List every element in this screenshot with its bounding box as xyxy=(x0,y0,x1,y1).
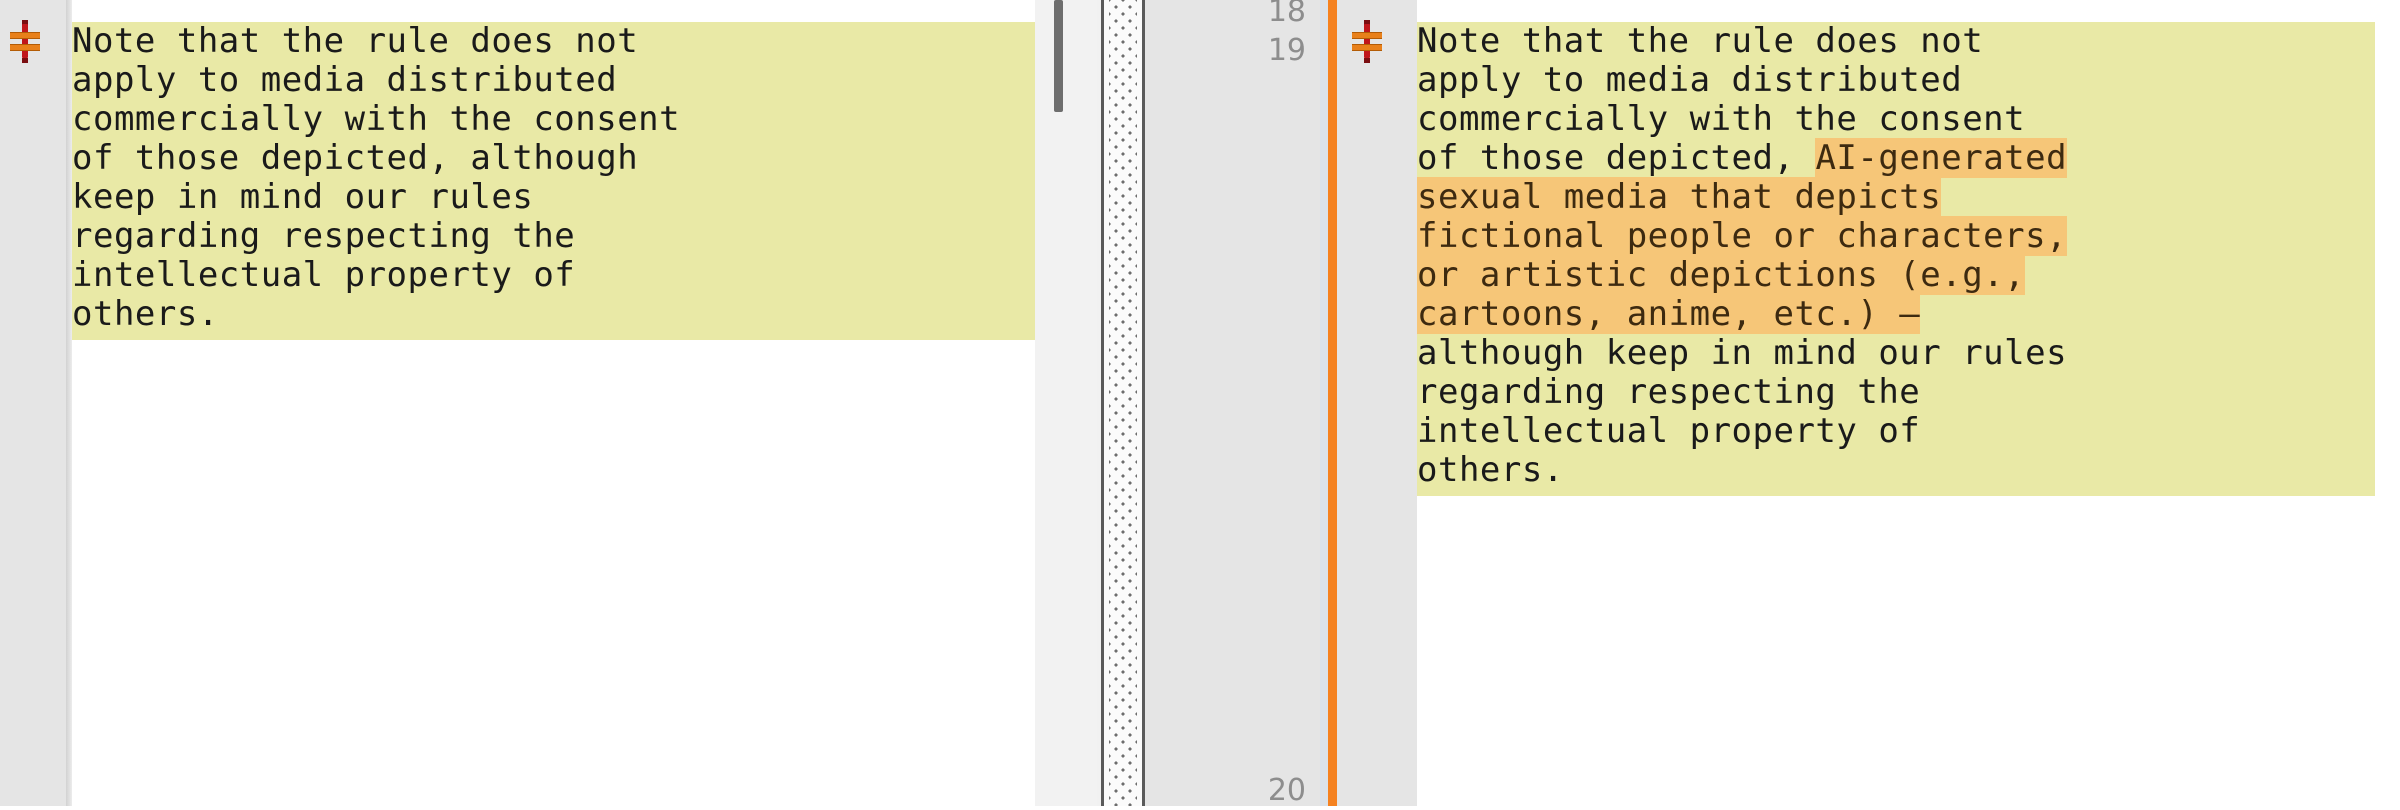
grip-dot-pattern xyxy=(1109,0,1137,806)
code-segment: of those depicted, xyxy=(1417,138,1816,178)
line-number-gutter: 18 19 20 xyxy=(1145,0,1320,808)
right-change-gutter[interactable] xyxy=(1337,0,1417,806)
marker-bar-lower xyxy=(10,44,40,51)
inserted-text-segment: or artistic depictions (e.g., xyxy=(1417,255,2026,295)
code-segment: Note that the rule does not xyxy=(1417,21,1984,61)
code-line: commercially with the consent xyxy=(72,100,1035,139)
code-segment: intellectual property of xyxy=(1417,411,1921,451)
marker-bar-lower xyxy=(1352,44,1382,51)
change-indicator-bar xyxy=(1328,0,1337,806)
code-line: Note that the rule does not xyxy=(72,22,1035,61)
diff-viewer: Note that the rule does not apply to med… xyxy=(0,0,2400,808)
left-code-block: Note that the rule does not apply to med… xyxy=(72,22,1035,340)
code-line: of those depicted, AI-generated xyxy=(1417,138,2375,178)
inserted-text-segment: fictional people or characters, xyxy=(1417,216,2068,256)
code-line: regarding respecting the xyxy=(72,217,1035,256)
left-change-gutter[interactable] xyxy=(0,0,72,806)
code-segment: commercially with the consent xyxy=(1417,99,2026,139)
code-segment: commercially with the consent xyxy=(72,99,681,139)
inserted-text-segment: sexual media that depicts xyxy=(1417,177,1942,217)
code-line: others. xyxy=(1417,451,2375,490)
changed-line-marker-icon-left[interactable] xyxy=(8,20,42,63)
line-number: 20 xyxy=(1267,773,1306,808)
code-line: Note that the rule does not xyxy=(1417,22,2375,61)
code-segment: Note that the rule does not xyxy=(72,21,639,61)
inserted-text-segment: AI-generated xyxy=(1815,138,2068,178)
code-line: regarding respecting the xyxy=(1417,373,2375,412)
code-line: keep in mind our rules xyxy=(72,178,1035,217)
code-line: or artistic depictions (e.g., xyxy=(1417,255,2375,295)
code-line: sexual media that depicts xyxy=(1417,177,2375,217)
code-line: apply to media distributed xyxy=(72,61,1035,100)
code-segment: apply to media distributed xyxy=(72,60,618,100)
inserted-text-segment: cartoons, anime, etc.) – xyxy=(1417,294,1921,334)
left-text-pane[interactable]: Note that the rule does not apply to med… xyxy=(72,0,1035,806)
code-segment: regarding respecting the xyxy=(72,216,576,256)
changed-line-marker-icon-right[interactable] xyxy=(1350,20,1384,63)
code-segment: keep in mind our rules xyxy=(72,177,534,217)
code-line: although keep in mind our rules xyxy=(1417,334,2375,373)
center-rail: 18 19 20 xyxy=(1035,0,1337,808)
code-line: fictional people or characters, xyxy=(1417,216,2375,256)
vertical-scrollbar-thumb[interactable] xyxy=(1054,0,1063,112)
code-segment: regarding respecting the xyxy=(1417,372,1921,412)
code-line: others. xyxy=(72,295,1035,334)
marker-stem xyxy=(1364,24,1370,58)
code-line: apply to media distributed xyxy=(1417,61,2375,100)
right-text-pane[interactable]: Note that the rule does not apply to med… xyxy=(1417,0,2400,806)
code-line: cartoons, anime, etc.) – xyxy=(1417,294,2375,334)
vertical-scrollbar-track[interactable] xyxy=(1035,0,1097,806)
marker-bar-upper xyxy=(1352,32,1382,39)
code-segment: of those depicted, although xyxy=(72,138,639,178)
code-line: intellectual property of xyxy=(1417,412,2375,451)
marker-bar-upper xyxy=(10,32,40,39)
code-segment: others. xyxy=(72,294,219,334)
line-number: 19 xyxy=(1267,33,1306,68)
code-line: commercially with the consent xyxy=(1417,100,2375,139)
code-segment: although keep in mind our rules xyxy=(1417,333,2068,373)
marker-stem-bottom-dot xyxy=(22,58,28,63)
change-bar-halo xyxy=(1320,0,1328,806)
right-code-block: Note that the rule does not apply to med… xyxy=(1417,22,2375,496)
code-segment: others. xyxy=(1417,450,1564,490)
code-line: intellectual property of xyxy=(72,256,1035,295)
code-line: of those depicted, although xyxy=(72,139,1035,178)
code-segment: apply to media distributed xyxy=(1417,60,1963,100)
marker-stem xyxy=(22,24,28,58)
pane-resize-grip[interactable] xyxy=(1101,0,1145,806)
code-segment: intellectual property of xyxy=(72,255,576,295)
line-number: 18 xyxy=(1267,0,1306,29)
marker-stem-bottom-dot xyxy=(1364,58,1370,63)
